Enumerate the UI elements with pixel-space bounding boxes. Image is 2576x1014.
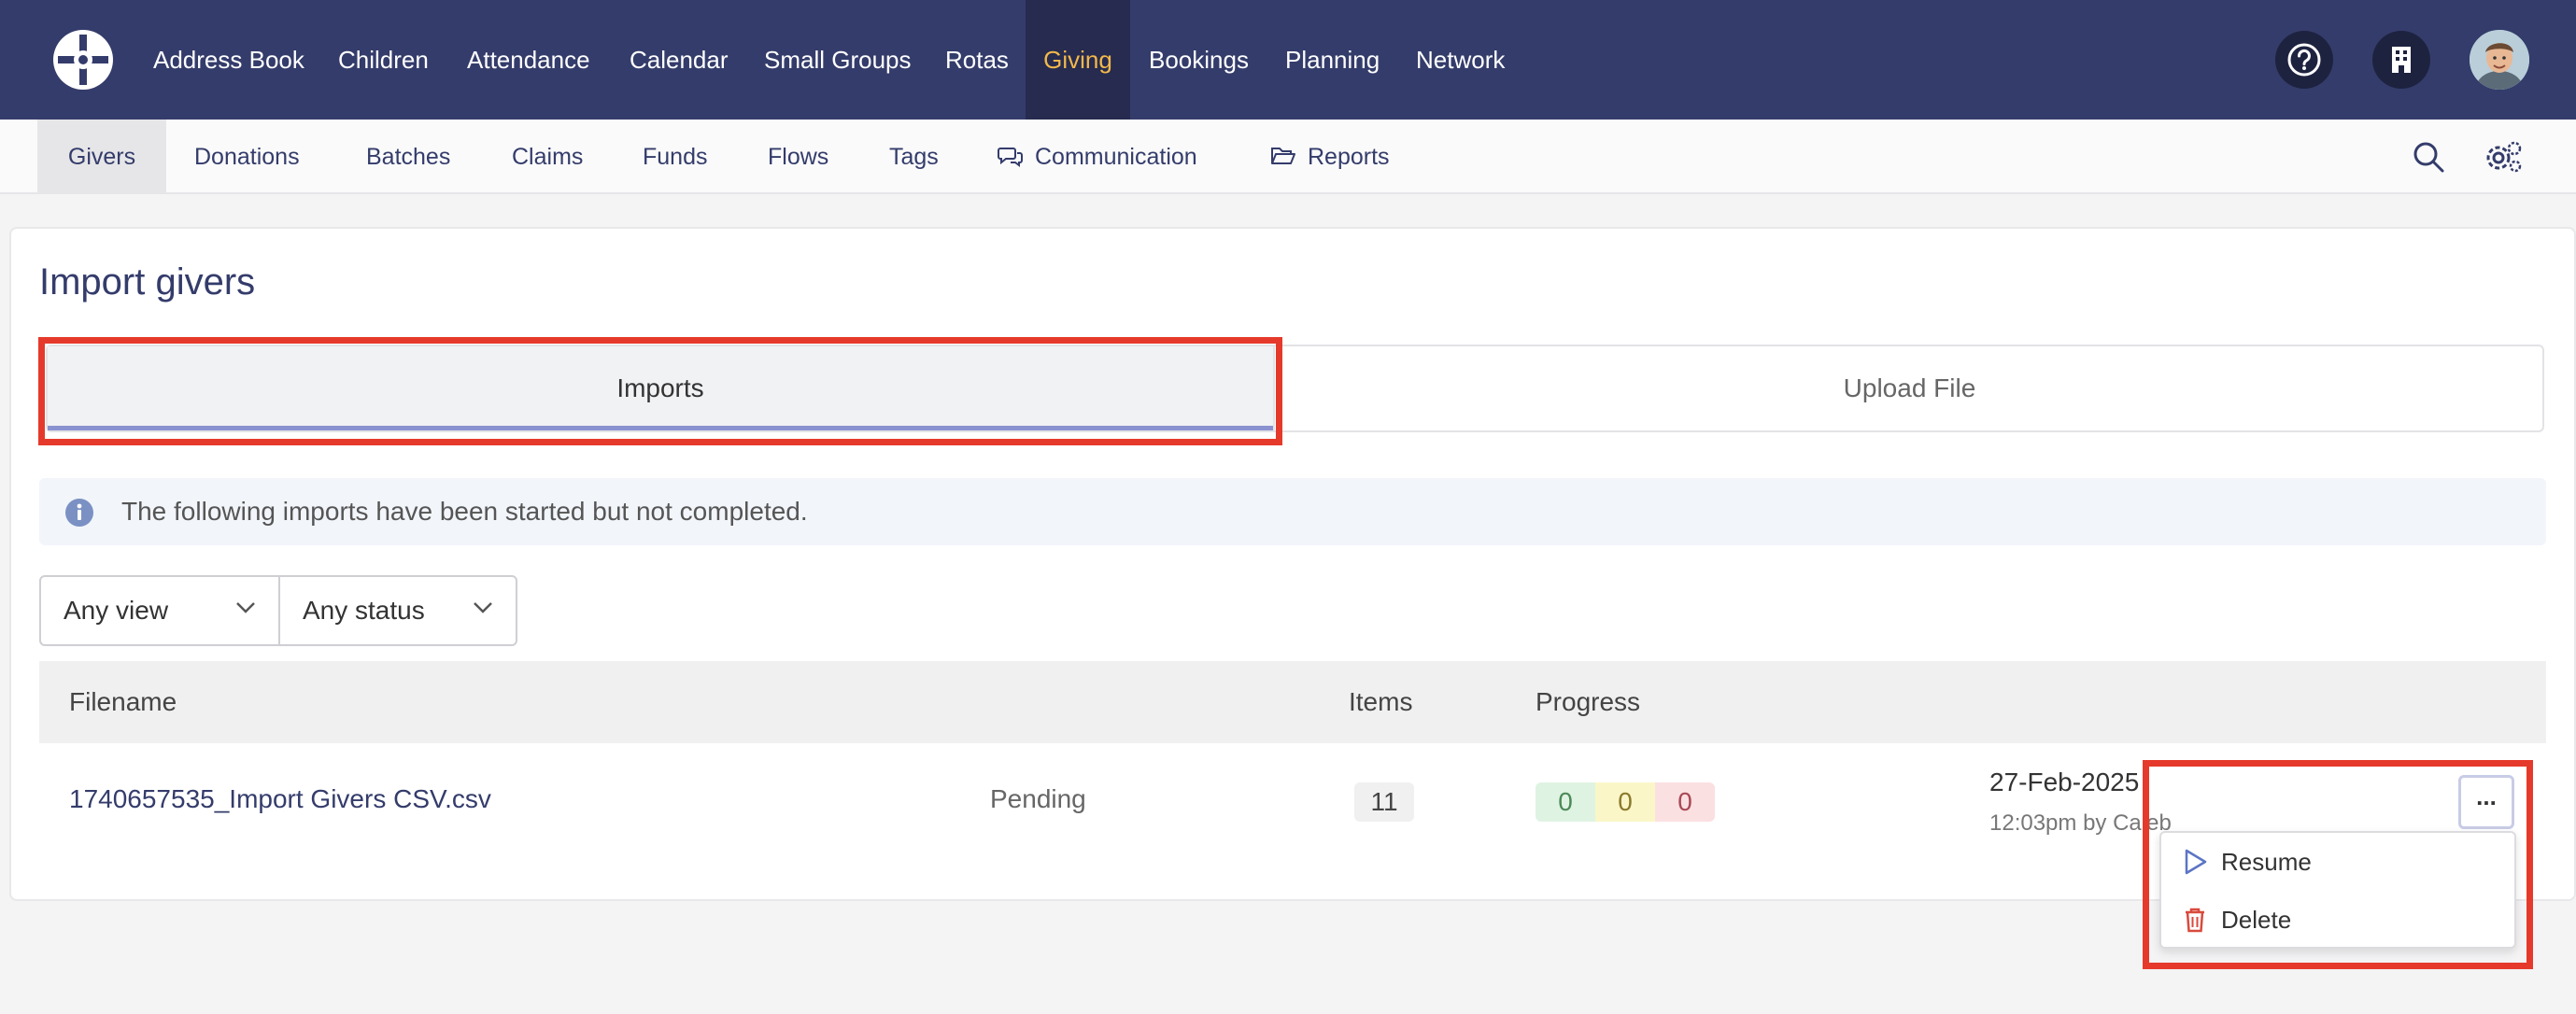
nav-attendance[interactable]: Attendance	[467, 0, 590, 120]
more-actions-label: ...	[2476, 782, 2497, 810]
subnav-batches[interactable]: Batches	[366, 120, 450, 194]
info-icon	[65, 499, 93, 527]
subnav-flows[interactable]: Flows	[768, 120, 828, 194]
nav-rotas[interactable]: Rotas	[945, 0, 1009, 120]
nav-planning[interactable]: Planning	[1285, 0, 1380, 120]
more-actions-button[interactable]: ...	[2458, 775, 2514, 829]
items-count-badge: 11	[1354, 782, 1414, 822]
progress-error-count: 0	[1655, 782, 1715, 822]
building-icon[interactable]	[2372, 31, 2430, 89]
nav-address-book[interactable]: Address Book	[153, 0, 304, 120]
column-header-filename: Filename	[69, 687, 177, 716]
nav-children[interactable]: Children	[338, 0, 429, 120]
subnav-tags[interactable]: Tags	[889, 120, 939, 194]
import-status: Pending	[990, 784, 1086, 813]
chat-icon	[998, 148, 1023, 168]
folder-open-icon	[1271, 148, 1295, 165]
subnav-claims[interactable]: Claims	[512, 120, 583, 194]
tab-imports[interactable]: Imports	[48, 346, 1273, 430]
top-navigation: Address Book Children Attendance Calenda…	[0, 0, 2576, 120]
menu-item-resume-label: Resume	[2221, 848, 2312, 876]
nav-giving[interactable]: Giving	[1026, 0, 1130, 120]
subnav-communication[interactable]: Communication	[998, 120, 1197, 194]
app-logo-icon[interactable]	[52, 29, 114, 91]
tab-upload-file[interactable]: Upload File	[1273, 346, 2544, 430]
progress-success-count: 0	[1536, 782, 1595, 822]
column-header-items: Items	[1349, 687, 1413, 716]
view-filter-select[interactable]: Any view	[39, 575, 280, 646]
import-tabs: Imports Upload File	[46, 345, 2544, 432]
status-filter-value: Any status	[303, 596, 425, 625]
import-filename-link[interactable]: 1740657535_Import Givers CSV.csv	[69, 784, 491, 814]
help-icon[interactable]	[2275, 31, 2333, 89]
import-time-by: 12:03pm by Caleb	[1989, 810, 2172, 836]
subnav-reports[interactable]: Reports	[1270, 120, 1390, 194]
column-header-progress: Progress	[1536, 687, 1641, 716]
view-filter-value: Any view	[64, 596, 169, 625]
menu-item-resume[interactable]: Resume	[2161, 833, 2514, 891]
progress-warning-count: 0	[1595, 782, 1655, 822]
search-icon[interactable]	[2408, 136, 2449, 177]
sub-navigation: Givers Donations Batches Claims Funds Fl…	[0, 120, 2576, 194]
play-icon	[2185, 849, 2207, 875]
subnav-givers[interactable]: Givers	[37, 120, 166, 194]
subnav-funds[interactable]: Funds	[643, 120, 707, 194]
chevron-down-icon	[474, 602, 492, 613]
import-date: 27-Feb-2025	[1989, 768, 2140, 796]
subnav-communication-label: Communication	[1035, 144, 1197, 170]
user-avatar[interactable]	[2470, 30, 2529, 90]
nav-calendar[interactable]: Calendar	[630, 0, 729, 120]
subnav-donations[interactable]: Donations	[194, 120, 300, 194]
nav-bookings[interactable]: Bookings	[1149, 0, 1249, 120]
page-title: Import givers	[39, 261, 256, 303]
settings-gears-icon[interactable]	[2483, 136, 2524, 177]
table-header: Filename Items Progress	[39, 661, 2546, 743]
actions-dropdown-menu: Resume Delete	[2159, 831, 2516, 949]
chevron-down-icon	[236, 602, 255, 613]
nav-small-groups[interactable]: Small Groups	[764, 0, 912, 120]
status-filter-select[interactable]: Any status	[278, 575, 517, 646]
info-text: The following imports have been started …	[121, 497, 808, 526]
menu-item-delete[interactable]: Delete	[2161, 891, 2514, 949]
info-banner: The following imports have been started …	[39, 478, 2546, 545]
trash-icon	[2186, 908, 2204, 933]
nav-network[interactable]: Network	[1416, 0, 1505, 120]
subnav-reports-label: Reports	[1308, 144, 1390, 170]
menu-item-delete-label: Delete	[2221, 906, 2292, 934]
